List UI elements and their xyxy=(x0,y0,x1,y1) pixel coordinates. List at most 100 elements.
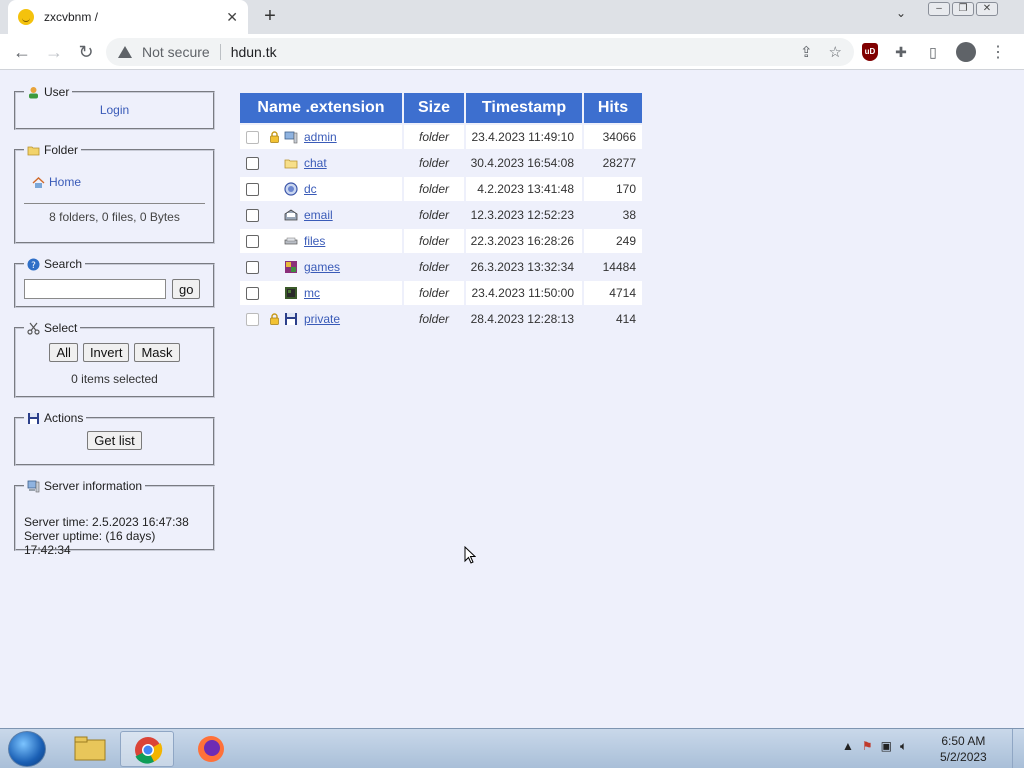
forward-arrow-icon[interactable]: → xyxy=(42,40,66,64)
browser-menu-icon[interactable]: ⋮ xyxy=(990,42,1006,62)
search-go-button[interactable]: go xyxy=(172,279,201,299)
folder-icon xyxy=(284,159,298,169)
address-bar[interactable]: Not secure hdun.tk ⇪ ☆ xyxy=(106,38,854,66)
table-row[interactable]: admin folder 23.4.2023 11:49:10 34066 xyxy=(240,125,642,149)
cell-name: admin xyxy=(240,125,402,149)
folder-link[interactable]: dc xyxy=(304,182,317,196)
server-info-legend-label: Server information xyxy=(44,479,143,493)
taskbar-clock[interactable]: 6:50 AM 5/2/2023 xyxy=(940,733,987,765)
taskbar-explorer[interactable] xyxy=(62,731,116,767)
ublock-origin-icon[interactable]: uD xyxy=(862,43,878,61)
select-legend-label: Select xyxy=(44,321,78,335)
volume-icon[interactable]: 🔈︎ xyxy=(900,739,907,754)
row-checkbox[interactable] xyxy=(246,130,259,144)
home-link[interactable]: Home xyxy=(49,175,81,189)
side-panel-icon[interactable]: ▯ xyxy=(924,43,942,61)
folder-link[interactable]: chat xyxy=(304,156,327,170)
cell-name: dc xyxy=(240,177,402,201)
table-header-row: Name .extension Size Timestamp Hits xyxy=(240,93,642,123)
login-link[interactable]: Login xyxy=(100,103,129,117)
window-close-button[interactable]: ✕ xyxy=(976,2,998,16)
row-checkbox[interactable] xyxy=(246,156,259,170)
tray-expand-icon[interactable]: ▲ xyxy=(842,739,854,754)
browser-tab[interactable]: zxcvbnm / ✕ xyxy=(8,0,248,34)
folder-link[interactable]: admin xyxy=(304,130,337,144)
computer-folder-icon xyxy=(284,131,298,144)
profile-avatar-icon[interactable] xyxy=(956,42,976,62)
select-panel: Select All Invert Mask 0 items selected xyxy=(14,321,215,398)
table-row[interactable]: files folder 22.3.2023 16:28:26 249 xyxy=(240,229,642,253)
restore-button[interactable]: ❐ xyxy=(952,2,974,16)
row-checkbox[interactable] xyxy=(246,234,259,248)
cell-name: private xyxy=(240,307,402,331)
folder-summary: 8 folders, 0 files, 0 Bytes xyxy=(24,203,205,224)
row-checkbox[interactable] xyxy=(246,286,259,300)
folder-link[interactable]: private xyxy=(304,312,340,326)
bookmark-star-icon[interactable]: ☆ xyxy=(829,43,842,61)
actions-legend: Actions xyxy=(24,411,86,425)
invert-selection-button[interactable]: Invert xyxy=(82,343,130,362)
cell-hits: 170 xyxy=(584,177,642,201)
show-desktop-button[interactable] xyxy=(1012,729,1024,768)
folder-panel: Folder Home 8 folders, 0 files, 0 Bytes xyxy=(14,143,215,244)
network-icon[interactable]: ▣ xyxy=(881,739,892,754)
table-row[interactable]: chat folder 30.4.2023 16:54:08 28277 xyxy=(240,151,642,175)
start-button-windows-icon[interactable] xyxy=(8,731,46,767)
firefox-icon xyxy=(197,736,224,765)
row-checkbox[interactable] xyxy=(246,312,259,326)
not-secure-label[interactable]: Not secure xyxy=(142,44,210,60)
folder-link[interactable]: files xyxy=(304,234,325,248)
browser-tab-bar: zxcvbnm / ✕ + ⌄ – ❐ ✕ xyxy=(0,0,1024,34)
home-icon xyxy=(32,176,45,188)
mask-button[interactable]: Mask xyxy=(134,343,180,362)
games-icon xyxy=(285,261,297,273)
folder-link[interactable]: mc xyxy=(304,286,320,300)
minimize-button[interactable]: – xyxy=(928,2,950,16)
back-arrow-icon[interactable]: ← xyxy=(10,40,34,64)
reload-icon[interactable]: ↻ xyxy=(74,40,98,64)
folder-link[interactable]: games xyxy=(304,260,340,274)
row-checkbox[interactable] xyxy=(246,260,259,274)
column-header-hits[interactable]: Hits xyxy=(584,93,642,123)
search-panel: ? Search go xyxy=(14,257,215,308)
get-list-button[interactable]: Get list xyxy=(87,431,142,450)
smiley-favicon-icon xyxy=(18,9,34,25)
taskbar-chrome[interactable] xyxy=(120,731,174,767)
cell-timestamp: 23.4.2023 11:50:00 xyxy=(466,281,582,305)
column-header-name[interactable]: Name .extension xyxy=(240,93,402,123)
table-row[interactable]: mc folder 23.4.2023 11:50:00 4714 xyxy=(240,281,642,305)
cell-size: folder xyxy=(404,307,464,331)
cell-hits: 28277 xyxy=(584,151,642,175)
folder-legend: Folder xyxy=(24,143,81,157)
row-checkbox[interactable] xyxy=(246,208,259,222)
table-row[interactable]: games folder 26.3.2023 13:32:34 14484 xyxy=(240,255,642,279)
tab-search-chevron-icon[interactable]: ⌄ xyxy=(896,6,906,20)
server-info-legend: Server information xyxy=(24,479,145,493)
new-tab-button[interactable]: + xyxy=(258,4,282,28)
action-center-flag-icon[interactable]: ⚑ xyxy=(862,739,873,754)
open-folder-icon xyxy=(27,146,40,155)
column-header-size[interactable]: Size xyxy=(404,93,464,123)
search-input[interactable] xyxy=(24,279,166,299)
file-listing-table: Name .extension Size Timestamp Hits admi… xyxy=(238,91,644,333)
row-checkbox[interactable] xyxy=(246,182,259,196)
folder-link[interactable]: email xyxy=(304,208,333,222)
select-all-button[interactable]: All xyxy=(49,343,78,362)
table-row[interactable]: email folder 12.3.2023 12:52:23 38 xyxy=(240,203,642,227)
extensions-puzzle-icon[interactable]: ✚ xyxy=(892,43,910,61)
cell-hits: 414 xyxy=(584,307,642,331)
cell-size: folder xyxy=(404,229,464,253)
tab-close-icon[interactable]: ✕ xyxy=(226,9,238,26)
table-row[interactable]: dc folder 4.2.2023 13:41:48 170 xyxy=(240,177,642,201)
share-icon[interactable]: ⇪ xyxy=(800,43,813,61)
floppy-disk-icon xyxy=(28,412,39,424)
table-row[interactable]: private folder 28.4.2023 12:28:13 414 xyxy=(240,307,642,331)
browser-toolbar: ← → ↻ Not secure hdun.tk ⇪ ☆ uD ✚ ▯ ⋮ xyxy=(0,34,1024,70)
folder-legend-label: Folder xyxy=(44,143,79,157)
mouse-cursor-icon xyxy=(464,546,476,564)
system-tray: ▲ ⚑ ▣ 🔈︎ xyxy=(842,739,907,754)
url-text[interactable]: hdun.tk xyxy=(231,44,277,60)
taskbar-firefox[interactable] xyxy=(184,731,238,767)
cell-name: mc xyxy=(240,281,402,305)
column-header-timestamp[interactable]: Timestamp xyxy=(466,93,582,123)
